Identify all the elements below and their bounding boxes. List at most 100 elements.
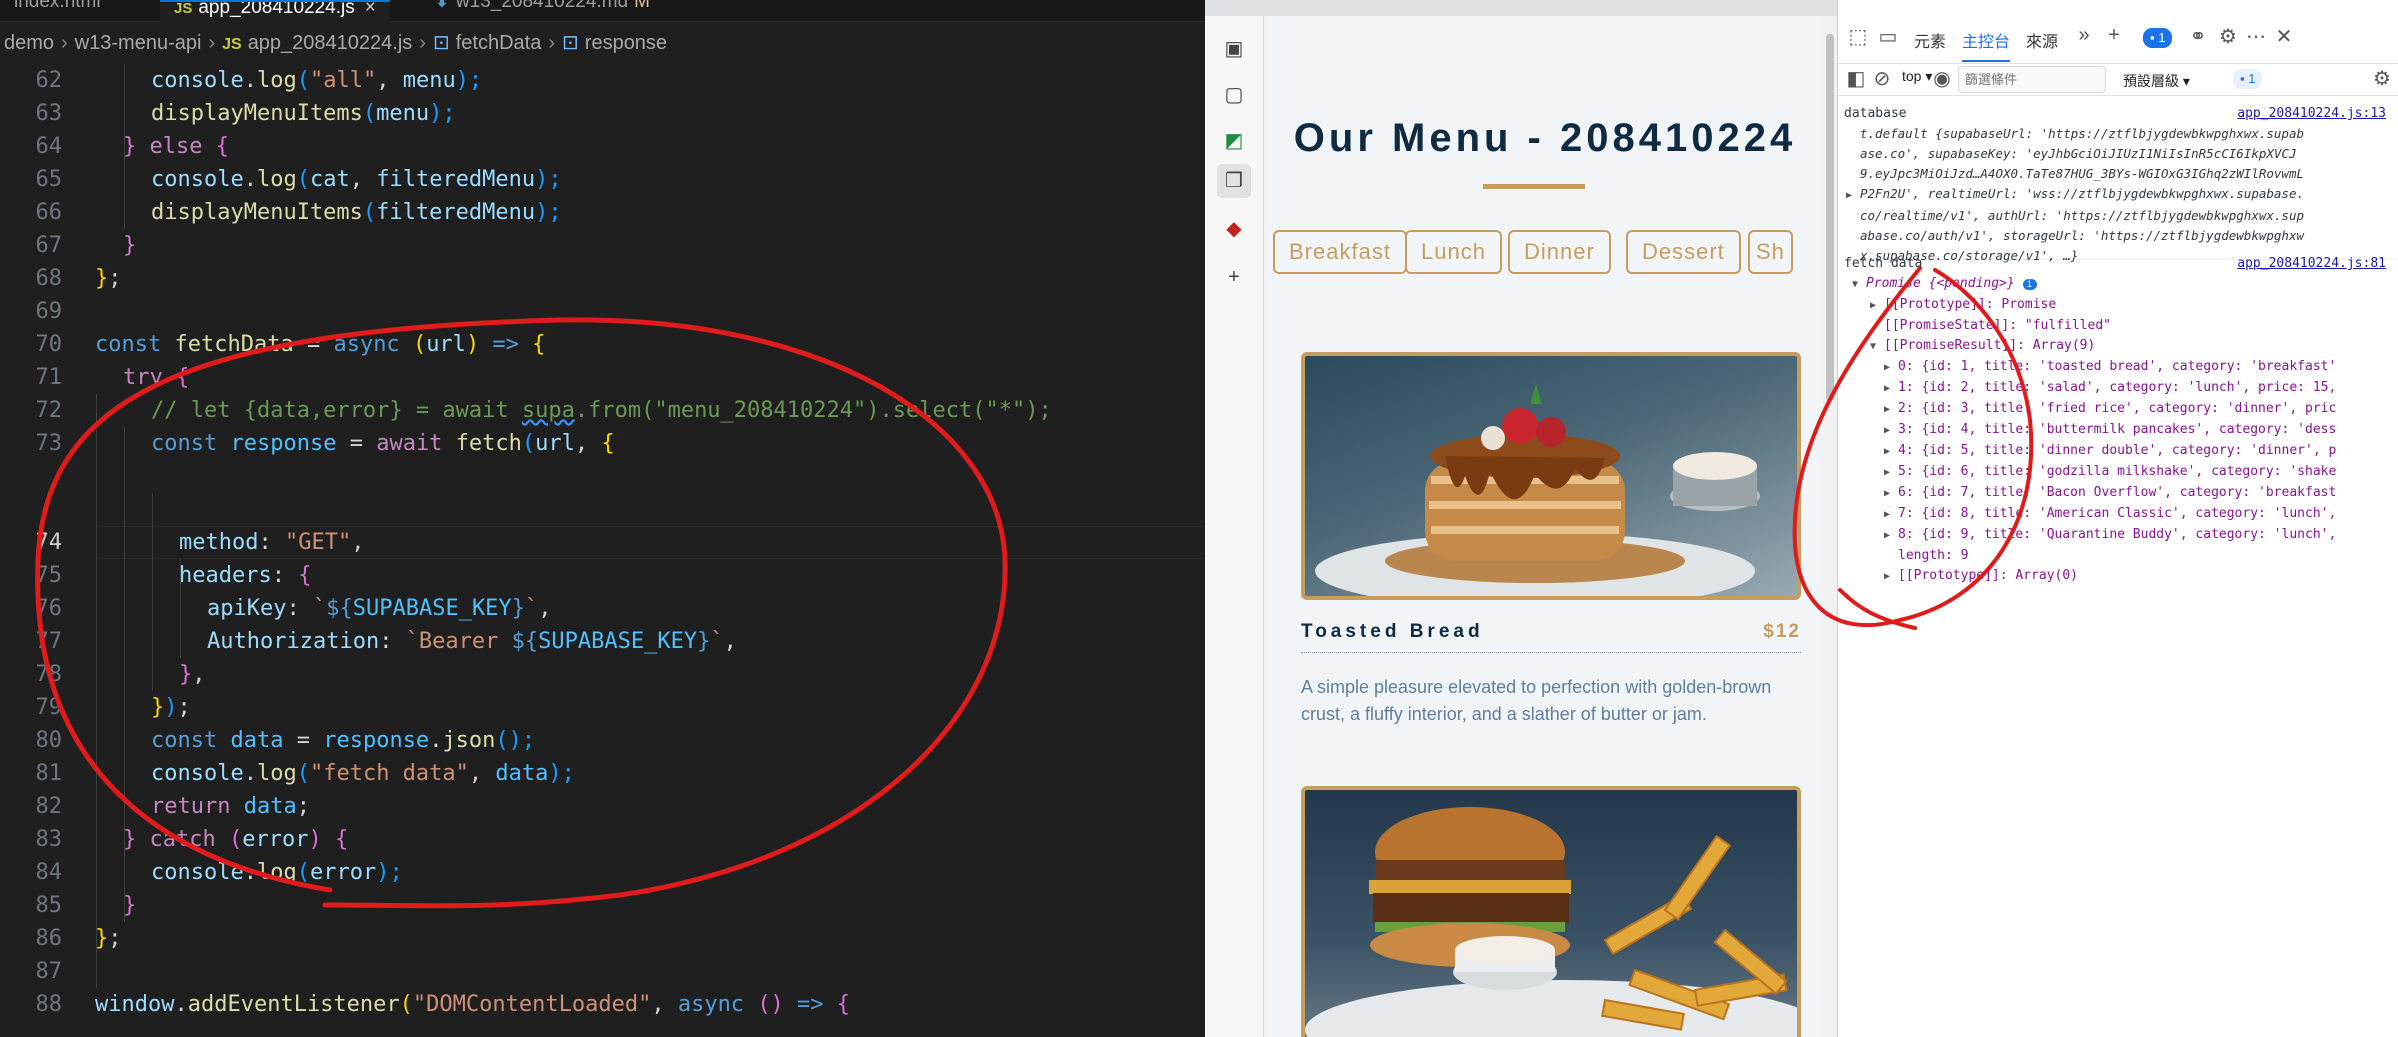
- close-icon[interactable]: ×: [365, 2, 376, 18]
- tab-app-js[interactable]: JS app_208410224.js ×: [160, 0, 390, 22]
- live-expression-eye-icon[interactable]: ◉: [1928, 66, 1956, 91]
- issues-badge[interactable]: ▪ 1: [2143, 28, 2173, 48]
- expand-triangle-icon[interactable]: ▶: [1884, 442, 1898, 462]
- expand-triangle-icon[interactable]: ▶: [1884, 526, 1898, 546]
- expand-triangle-icon[interactable]: ▶: [1884, 400, 1898, 420]
- expand-triangle-icon[interactable]: ▶: [1884, 463, 1898, 483]
- source-link[interactable]: app_208410224.js:81: [2237, 254, 2386, 274]
- performance-icon[interactable]: ◩: [1217, 124, 1251, 158]
- expand-triangle-icon[interactable]: ▶: [1884, 421, 1898, 441]
- code-line: });: [151, 695, 191, 720]
- console-settings-icon[interactable]: ⚙: [2368, 66, 2396, 91]
- line-number: 86: [35, 926, 63, 951]
- extension-icon[interactable]: ◆: [1217, 212, 1251, 246]
- breadcrumb-item[interactable]: response: [585, 32, 667, 54]
- js-file-icon: JS: [222, 36, 242, 53]
- expand-triangle-icon[interactable]: ▶: [1846, 186, 1860, 206]
- tab-md[interactable]: ⬇ w13_208410224.md M: [420, 0, 664, 16]
- array-row[interactable]: ▶ 5: {id: 6, title: 'godzilla milkshake',…: [1844, 462, 2396, 483]
- menu-item-title: Toasted Bread: [1301, 621, 1484, 642]
- tab-index-html[interactable]: index.html: [0, 0, 115, 16]
- connect-icon[interactable]: ⚭: [2184, 24, 2212, 49]
- sidebar-toggle-icon[interactable]: ◧: [1842, 66, 1870, 91]
- object-line[interactable]: ▶ P2Fn2U', realtimeUrl: 'wss://ztflbjygde…: [1844, 184, 2396, 206]
- line-number: 76: [35, 596, 63, 621]
- tab-sources[interactable]: 來源: [2026, 28, 2058, 52]
- log-levels-select[interactable]: 預設層級 ▾: [2123, 71, 2190, 91]
- promise-line[interactable]: ▼ Promise {<pending>} i: [1844, 274, 2396, 295]
- array-row[interactable]: ▶ 2: {id: 3, title: 'fried rice', categor…: [1844, 399, 2396, 420]
- code-area[interactable]: 62 63 64 65 66 67 68 69 70 71 72 73 74 7…: [0, 64, 1205, 1037]
- breadcrumb-item[interactable]: w13-menu-api: [75, 32, 202, 54]
- settings-icon[interactable]: ⚙: [2214, 24, 2242, 49]
- object-line: ase.co', supabaseKey: 'eyJhbGciOiJIUzI1N…: [1860, 146, 2297, 161]
- page-scrollbar[interactable]: [1823, 16, 1837, 1037]
- breadcrumb-item[interactable]: fetchData: [456, 32, 542, 54]
- device-toggle-icon[interactable]: ▭: [1874, 24, 1902, 49]
- tab-label: w13_208410224.md: [455, 0, 629, 12]
- collapse-triangle-icon[interactable]: ▼: [1852, 275, 1866, 295]
- filter-dinner-button[interactable]: Dinner: [1508, 230, 1611, 274]
- expand-triangle-icon[interactable]: ▶: [1884, 505, 1898, 525]
- title-underline: [1483, 184, 1585, 189]
- menu-item-divider: [1301, 652, 1801, 653]
- line-number: 65: [35, 167, 63, 192]
- code-line: const fetchData = async (url) => {: [95, 332, 546, 357]
- array-row[interactable]: ▶ 7: {id: 8, title: 'American Classic', c…: [1844, 504, 2396, 525]
- more-tabs-icon[interactable]: »: [2070, 24, 2098, 47]
- expand-triangle-icon[interactable]: ▶: [1884, 567, 1898, 587]
- message-count-badge[interactable]: ▪ 1: [2233, 69, 2263, 89]
- expand-triangle-icon[interactable]: ▶: [1870, 296, 1884, 316]
- copy-icon[interactable]: ❐: [1217, 164, 1251, 198]
- page-icon[interactable]: ▢: [1217, 78, 1251, 112]
- object-line: abase.co/auth/v1', storageUrl: 'https://…: [1860, 228, 2305, 243]
- close-icon[interactable]: ✕: [2270, 24, 2298, 49]
- markdown-file-icon: ⬇: [434, 0, 450, 12]
- expand-triangle-icon[interactable]: ▶: [1884, 379, 1898, 399]
- array-row[interactable]: ▶ 8: {id: 9, title: 'Quarantine Buddy', c…: [1844, 525, 2396, 546]
- tab-console[interactable]: 主控台: [1962, 28, 2011, 62]
- prototype-line[interactable]: ▶ [[Prototype]]: Promise: [1844, 295, 2396, 316]
- screen: index.html JS app_208410224.js × ⬇ w13_2084…: [0, 0, 2398, 1037]
- page-scrollbar-thumb[interactable]: [1826, 34, 1834, 401]
- collapse-triangle-icon[interactable]: ▼: [1870, 337, 1884, 357]
- js-file-icon: JS: [174, 0, 193, 17]
- chevron-right-icon: ›: [208, 32, 216, 54]
- tab-elements[interactable]: 元素: [1914, 28, 1946, 52]
- array-row[interactable]: ▶ 4: {id: 5, title: 'dinner double', cate…: [1844, 441, 2396, 462]
- array-row[interactable]: ▶ 6: {id: 7, title: 'Bacon Overflow', cat…: [1844, 483, 2396, 504]
- expand-triangle-icon[interactable]: ▶: [1884, 358, 1898, 378]
- array-row[interactable]: ▶ 1: {id: 2, title: 'salad', category: 'l…: [1844, 378, 2396, 399]
- array-row[interactable]: ▶ 3: {id: 4, title: 'buttermilk pancakes'…: [1844, 420, 2396, 441]
- tabs-icon[interactable]: ▣: [1217, 32, 1251, 66]
- horizontal-scrollbar[interactable]: [0, 1022, 1205, 1037]
- filter-dessert-button[interactable]: Dessert: [1626, 230, 1741, 274]
- clear-console-icon[interactable]: ⊘: [1868, 66, 1896, 91]
- console-output[interactable]: database app_208410224.js:13 t.default {…: [1838, 96, 2398, 1037]
- more-options-icon[interactable]: ⋯: [2242, 24, 2270, 49]
- array-prototype-line[interactable]: ▶ [[Prototype]]: Array(0): [1844, 566, 2396, 587]
- promise-result-line[interactable]: ▼ [[PromiseResult]]: Array(9): [1844, 336, 2396, 357]
- line-number: 80: [35, 728, 63, 753]
- breadcrumb-item[interactable]: demo: [4, 32, 54, 54]
- line-number: 85: [35, 893, 63, 918]
- line-number: 87: [35, 959, 63, 984]
- filter-breakfast-button[interactable]: Breakfast: [1273, 230, 1407, 274]
- source-link[interactable]: app_208410224.js:13: [2237, 104, 2386, 124]
- editor-tab-bar: index.html JS app_208410224.js × ⬇ w13_2084…: [0, 0, 1205, 22]
- filter-shakes-button[interactable]: Sh: [1748, 230, 1793, 274]
- add-tab-icon[interactable]: +: [2100, 24, 2128, 47]
- breadcrumb-item[interactable]: app_208410224.js: [248, 32, 413, 54]
- array-row[interactable]: ▶ 0: {id: 1, title: 'toasted bread', cate…: [1844, 357, 2396, 378]
- code-line: return data;: [151, 794, 310, 819]
- promise-state-line: [[PromiseState]]: "fulfilled": [1884, 318, 2111, 333]
- expand-triangle-icon[interactable]: ▶: [1884, 484, 1898, 504]
- indent-guide: [96, 394, 97, 988]
- console-prompt-icon[interactable]: ›: [1844, 587, 2396, 607]
- filter-lunch-button[interactable]: Lunch: [1405, 230, 1502, 274]
- code-line: const response = await fetch(url, {: [151, 431, 615, 456]
- console-filter-input[interactable]: [1958, 66, 2106, 93]
- console-message-database: database app_208410224.js:13 t.default {…: [1844, 104, 2396, 263]
- inspect-icon[interactable]: ⬚: [1844, 24, 1872, 49]
- add-icon[interactable]: +: [1217, 260, 1251, 294]
